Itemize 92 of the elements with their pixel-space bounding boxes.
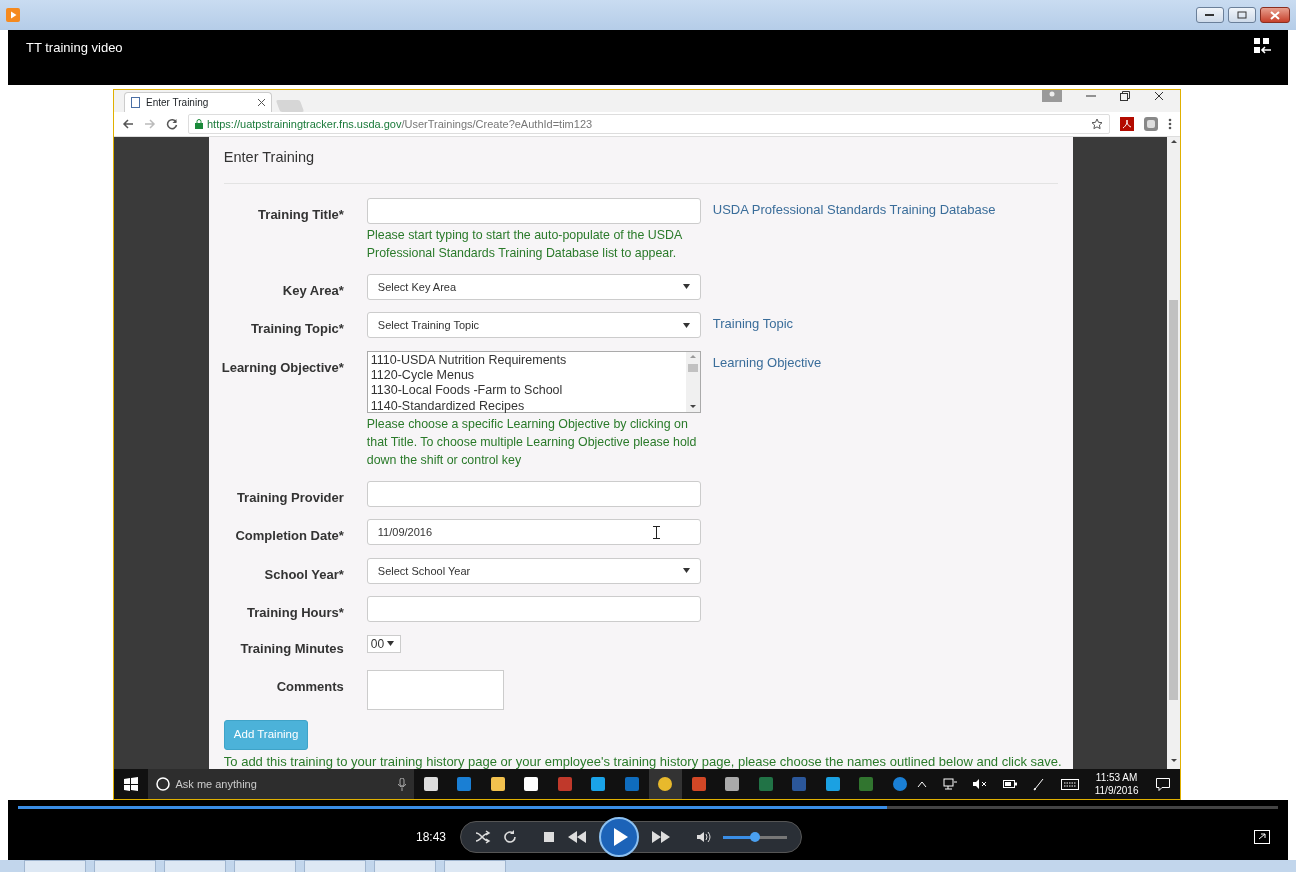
notifications-icon[interactable] xyxy=(1156,777,1171,791)
taskbar-search[interactable]: Ask me anything xyxy=(147,769,414,799)
field-label: Comments xyxy=(275,678,344,697)
pen-icon[interactable] xyxy=(1032,777,1045,791)
shuffle-icon[interactable] xyxy=(475,830,492,844)
reload-icon[interactable] xyxy=(166,118,178,130)
switch-view-icon[interactable] xyxy=(1254,38,1272,54)
back-icon[interactable] xyxy=(122,118,134,130)
comments-field[interactable] xyxy=(366,670,504,711)
app-icon[interactable] xyxy=(489,776,506,792)
text-field[interactable] xyxy=(366,197,701,224)
app-icon[interactable] xyxy=(523,776,540,792)
battery-icon[interactable] xyxy=(1002,780,1017,788)
windows-start-icon[interactable] xyxy=(123,777,138,791)
cortana-icon[interactable] xyxy=(155,777,170,791)
reference-link[interactable]: USDA Professional Standards Training Database xyxy=(712,197,1059,262)
menu-icon[interactable] xyxy=(1168,118,1172,130)
app-icon[interactable] xyxy=(824,776,841,792)
taskbar-time: 11:53 AM xyxy=(1094,771,1139,784)
video-title: TT training video xyxy=(26,39,123,57)
caret-icon xyxy=(682,284,690,290)
page-heading: Enter Training xyxy=(223,147,1059,184)
field-label: Training Minutes xyxy=(239,639,344,658)
volume-slider[interactable] xyxy=(723,835,788,839)
field-label: Learning Objective* xyxy=(220,358,344,377)
play-icon[interactable] xyxy=(599,817,640,857)
app-icon[interactable] xyxy=(724,776,741,792)
volume-thumb[interactable] xyxy=(750,831,761,842)
field-label: Training Title* xyxy=(257,205,344,224)
page-icon xyxy=(131,97,140,108)
elapsed-time: 18:43 xyxy=(416,829,447,846)
field-label: Training Hours* xyxy=(246,604,344,623)
media-player-icon xyxy=(6,8,20,22)
field-label: Training Provider xyxy=(235,488,344,507)
scrollbar-thumb[interactable] xyxy=(1169,300,1178,700)
caret-icon xyxy=(682,568,690,574)
dropdown[interactable]: Select Training Topic xyxy=(366,312,701,339)
taskbar-date: 11/9/2016 xyxy=(1094,784,1139,797)
star-icon[interactable] xyxy=(1091,118,1103,130)
chevron-up-icon[interactable] xyxy=(916,780,927,788)
lock-icon xyxy=(195,119,203,129)
task-view-icon[interactable] xyxy=(422,776,439,792)
rewind-icon[interactable] xyxy=(567,831,588,843)
muted-speaker-icon[interactable] xyxy=(972,778,987,790)
minimize-icon xyxy=(1205,13,1215,17)
microphone-icon[interactable] xyxy=(397,777,406,791)
app-icon[interactable] xyxy=(590,776,607,792)
maximize-icon xyxy=(1237,11,1247,19)
progress-track[interactable] xyxy=(18,806,1278,809)
close-icon[interactable] xyxy=(1154,90,1164,102)
restore-icon[interactable] xyxy=(1120,90,1130,102)
network-icon[interactable] xyxy=(942,778,957,790)
field-label: Training Topic* xyxy=(249,320,344,339)
help-text: Please start typing to start the auto-populate of the USDA Professional Standards Training Database list to appear. xyxy=(366,226,683,262)
pdf-extension-icon[interactable] xyxy=(1120,117,1134,131)
text-cursor-icon xyxy=(652,525,660,539)
address-bar[interactable]: https://uatpstrainingtracker.fns.usda.gov/UserTrainings/Create?eAuthId=tim123 xyxy=(188,114,1110,134)
text-field[interactable] xyxy=(366,596,701,623)
fullscreen-icon[interactable] xyxy=(1254,830,1270,844)
caret-icon xyxy=(682,322,690,328)
field-label: Completion Date* xyxy=(234,527,344,546)
browser-tab[interactable]: Enter Training xyxy=(124,92,272,112)
reference-link[interactable]: Learning Objective xyxy=(712,350,1059,469)
instruction-text: To add this training to your training history page or your employee's training history page, please choose the names outlined below and click save. xyxy=(223,752,1059,769)
list-option[interactable]: 1140-Standardized Recipes xyxy=(370,398,683,414)
list-option[interactable]: 1120-Cycle Menus xyxy=(370,368,683,384)
dropdown[interactable]: Select Key Area xyxy=(366,273,701,300)
text-field[interactable]: 11/09/2016 xyxy=(366,519,701,546)
list-scrollbar[interactable] xyxy=(685,351,700,412)
field-label: School Year* xyxy=(263,565,344,584)
list-option[interactable]: 1110-USDA Nutrition Requirements xyxy=(370,352,683,369)
app-icon[interactable] xyxy=(657,776,674,792)
close-icon xyxy=(1270,10,1280,20)
field-label: Key Area* xyxy=(281,281,344,300)
reference-link[interactable]: Training Topic xyxy=(712,312,1059,339)
help-text: Please choose a specific Learning Objective by clicking on that Title. To choose multiple Learning Objective please hold down the shift or control key xyxy=(366,415,698,469)
list-option[interactable]: 1130-Local Foods -Farm to School xyxy=(370,383,683,399)
dropdown[interactable]: Select School Year xyxy=(366,557,701,584)
extension-icon[interactable] xyxy=(1144,117,1158,131)
stop-icon[interactable] xyxy=(543,831,556,843)
minutes-dropdown[interactable]: 00 xyxy=(366,634,401,653)
keyboard-icon[interactable] xyxy=(1060,778,1079,790)
text-field[interactable] xyxy=(366,480,701,507)
caret-icon xyxy=(387,641,395,647)
minimize-button[interactable] xyxy=(1196,7,1224,23)
maximize-button[interactable] xyxy=(1228,7,1256,23)
close-button[interactable] xyxy=(1260,7,1290,23)
volume-icon[interactable] xyxy=(697,831,712,843)
repeat-icon[interactable] xyxy=(503,830,518,844)
close-tab-icon[interactable] xyxy=(258,99,265,106)
fast-forward-icon[interactable] xyxy=(651,831,672,843)
scroll-down-icon[interactable] xyxy=(1169,757,1178,765)
